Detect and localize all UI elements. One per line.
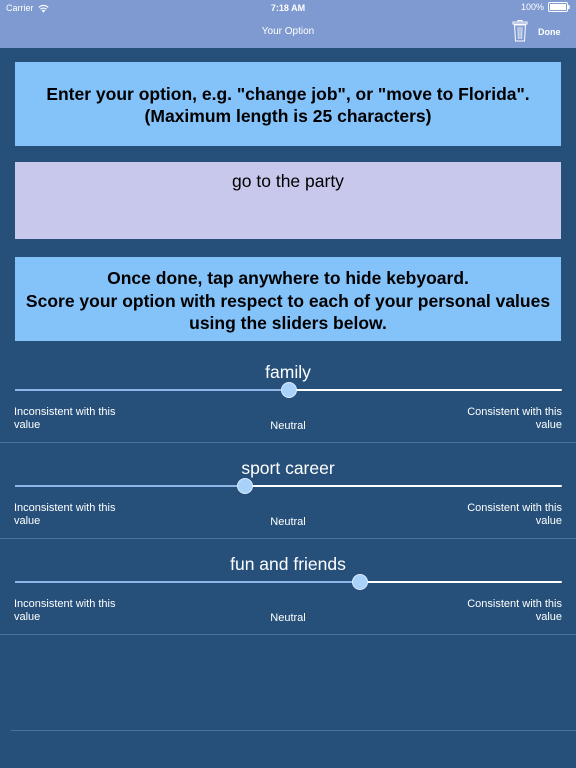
consistent-label: Consistent with this value xyxy=(467,598,562,623)
battery-percent: 100% xyxy=(520,2,544,12)
slider-fill xyxy=(15,389,289,391)
help-line-1: Once done, tap anywhere to hide kebyoard… xyxy=(107,268,469,288)
value-row-sport-career: sport career Inconsistent with this valu… xyxy=(0,443,576,539)
bottom-divider xyxy=(11,730,576,731)
value-name: sport career xyxy=(241,458,335,478)
nav-title: Your Option xyxy=(261,26,315,37)
slider-thumb[interactable] xyxy=(236,478,253,494)
value-name: family xyxy=(265,362,311,382)
trash-icon xyxy=(512,20,528,42)
value-slider[interactable] xyxy=(15,574,562,590)
status-bar: Carrier 7:18 AM 100% xyxy=(0,0,576,16)
screen: Carrier 7:18 AM 100% Your Option Done En… xyxy=(0,0,576,768)
consistent-label: Consistent with this value xyxy=(467,502,562,527)
header: Carrier 7:18 AM 100% Your Option Done xyxy=(0,0,576,48)
battery-icon xyxy=(548,2,570,12)
instruction-line-1: Enter your option, e.g. "change job", or… xyxy=(46,84,530,104)
option-input[interactable]: go to the party xyxy=(15,162,561,239)
instruction-box: Enter your option, e.g. "change job", or… xyxy=(15,62,561,146)
slider-fill xyxy=(15,581,360,583)
help-box: Once done, tap anywhere to hide kebyoard… xyxy=(15,257,561,341)
slider-thumb[interactable] xyxy=(280,382,297,398)
help-line-2: Score your option with respect to each o… xyxy=(25,290,551,311)
consistent-label: Consistent with this value xyxy=(467,406,562,431)
status-right: 100% xyxy=(521,2,570,12)
value-slider[interactable] xyxy=(15,478,562,494)
slider-thumb[interactable] xyxy=(351,574,368,590)
value-row-family: family Inconsistent with this value Neut… xyxy=(0,347,576,443)
slider-fill xyxy=(15,485,245,487)
delete-button[interactable] xyxy=(510,20,530,42)
value-name: fun and friends xyxy=(230,554,346,574)
status-time: 7:18 AM xyxy=(270,3,306,13)
value-row-fun-and-friends: fun and friends Inconsistent with this v… xyxy=(0,539,576,635)
done-button[interactable]: Done xyxy=(538,27,561,37)
help-line-3: using the sliders below. xyxy=(189,313,387,333)
value-slider[interactable] xyxy=(15,382,562,398)
instruction-line-2: (Maximum length is 25 characters) xyxy=(144,106,432,126)
